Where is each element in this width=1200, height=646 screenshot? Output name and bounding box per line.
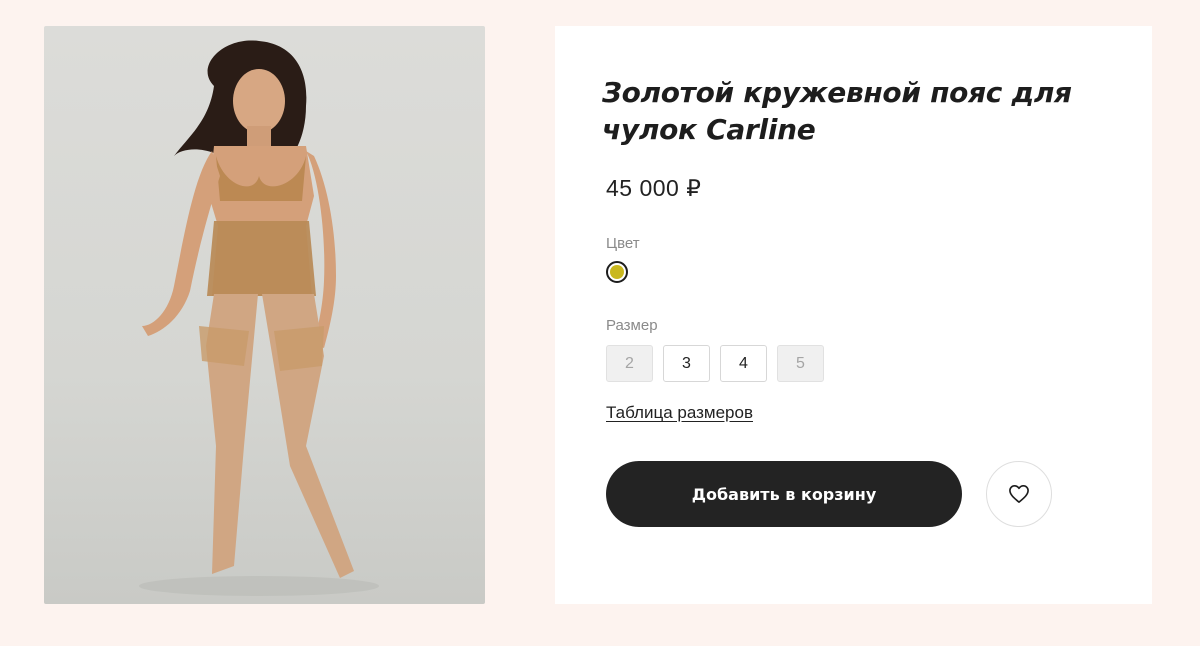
size-label: Размер bbox=[606, 317, 658, 334]
color-label: Цвет bbox=[606, 235, 640, 252]
size-option-5[interactable]: 5 bbox=[777, 345, 824, 382]
favorite-button[interactable] bbox=[986, 461, 1052, 527]
add-to-cart-button[interactable]: Добавить в корзину bbox=[606, 461, 962, 527]
product-photo[interactable] bbox=[44, 26, 485, 604]
size-table-link[interactable]: Таблица размеров bbox=[606, 403, 753, 423]
size-option-3[interactable]: 3 bbox=[663, 345, 710, 382]
size-options: 2 3 4 5 bbox=[606, 345, 824, 382]
size-option-2[interactable]: 2 bbox=[606, 345, 653, 382]
product-info-card: Золотой кружевной пояс для чулок Carline… bbox=[555, 26, 1152, 604]
color-swatch-gold[interactable] bbox=[606, 261, 628, 283]
product-title: Золотой кружевной пояс для чулок Carline bbox=[602, 76, 1072, 146]
heart-icon bbox=[1009, 485, 1029, 503]
model-illustration bbox=[139, 40, 379, 596]
color-swatch-dot bbox=[610, 265, 624, 279]
size-option-4[interactable]: 4 bbox=[720, 345, 767, 382]
product-price: 45 000 ₽ bbox=[606, 175, 702, 201]
